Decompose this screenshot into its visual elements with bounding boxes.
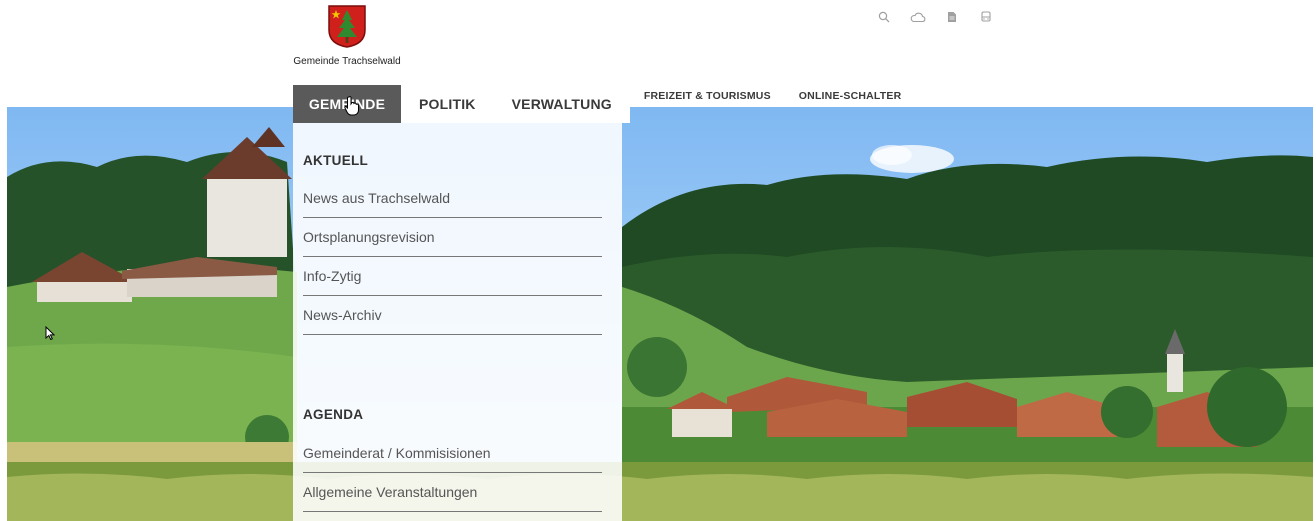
- nav-item-politik[interactable]: POLITIK: [401, 85, 494, 123]
- site-logo[interactable]: Gemeinde Trachselwald: [277, 4, 417, 67]
- main-nav: GEMEINDE POLITIK VERWALTUNG FREIZEIT & T…: [293, 85, 915, 123]
- nav-item-freizeit[interactable]: FREIZEIT & TOURISMUS: [630, 85, 785, 123]
- menu-link-info-zytig[interactable]: Info-Zytig: [303, 268, 602, 296]
- cloud-icon[interactable]: [910, 9, 926, 25]
- nav-item-online-schalter[interactable]: ONLINE-SCHALTER: [785, 85, 916, 123]
- menu-link-news-archiv[interactable]: News-Archiv: [303, 307, 602, 335]
- document-icon[interactable]: [944, 9, 960, 25]
- utility-bar: [876, 9, 994, 25]
- section-heading-agenda: AGENDA: [303, 407, 364, 422]
- hero-landscape-image: [7, 107, 1313, 521]
- menu-link-news[interactable]: News aus Trachselwald: [303, 190, 602, 218]
- hand-cursor-icon: [344, 96, 360, 121]
- menu-link-ortsplanungsrevision[interactable]: Ortsplanungsrevision: [303, 229, 602, 257]
- coat-of-arms-icon: [327, 4, 367, 48]
- logo-text: Gemeinde Trachselwald: [293, 56, 401, 67]
- arrow-cursor-icon: [45, 325, 56, 345]
- menu-link-veranstaltungen[interactable]: Allgemeine Veranstaltungen: [303, 484, 602, 512]
- gemeinde-dropdown-menu: AKTUELL News aus Trachselwald Ortsplanun…: [293, 123, 622, 521]
- nav-item-verwaltung[interactable]: VERWALTUNG: [493, 85, 630, 123]
- search-icon[interactable]: [876, 9, 892, 25]
- section-heading-aktuell: AKTUELL: [303, 153, 369, 168]
- bus-icon[interactable]: [978, 9, 994, 25]
- menu-link-gemeinderat[interactable]: Gemeinderat / Kommisisionen: [303, 445, 602, 473]
